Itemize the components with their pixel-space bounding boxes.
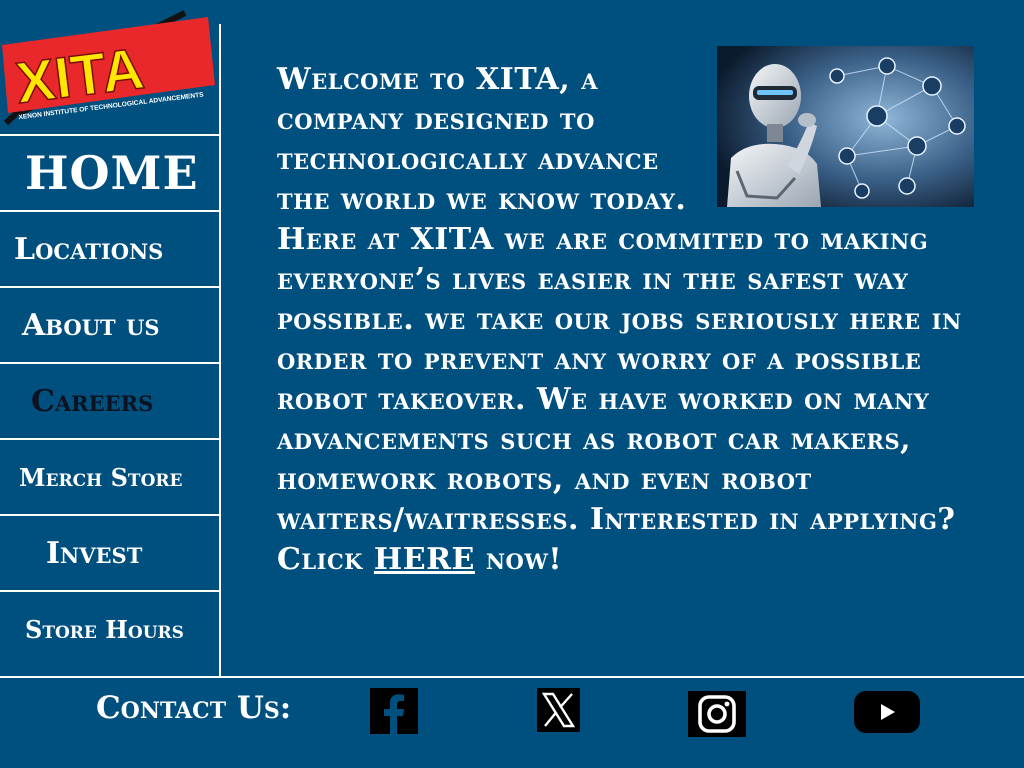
nav-home[interactable]: HOME xyxy=(0,134,219,210)
youtube-icon[interactable] xyxy=(853,689,921,735)
sidebar-divider xyxy=(219,24,221,676)
facebook-icon[interactable] xyxy=(370,688,418,734)
xita-logo[interactable]: XITA XENON INSTITUTE OF TECHNOLOGICAL AD… xyxy=(0,5,220,130)
nav-store-hours[interactable]: Store Hours xyxy=(0,590,219,666)
apply-here-link[interactable]: HERE xyxy=(374,542,475,577)
footer-divider xyxy=(0,676,1024,678)
nav-about-us[interactable]: About us xyxy=(0,286,219,362)
nav-merch-store[interactable]: Merch Store xyxy=(0,438,219,514)
instagram-icon[interactable] xyxy=(688,691,746,737)
x-icon[interactable] xyxy=(537,688,580,732)
image-float-spacer xyxy=(702,60,1012,220)
nav-careers[interactable]: Careers xyxy=(0,362,219,438)
welcome-copy: Welcome to XITA, a company designed to t… xyxy=(277,60,1012,580)
welcome-text-tail: now! xyxy=(474,542,563,577)
contact-us-label: Contact Us: xyxy=(96,690,292,726)
nav-locations[interactable]: Locations xyxy=(0,210,219,286)
sidebar-nav: HOME Locations About us Careers Merch St… xyxy=(0,134,219,666)
nav-invest[interactable]: Invest xyxy=(0,514,219,590)
